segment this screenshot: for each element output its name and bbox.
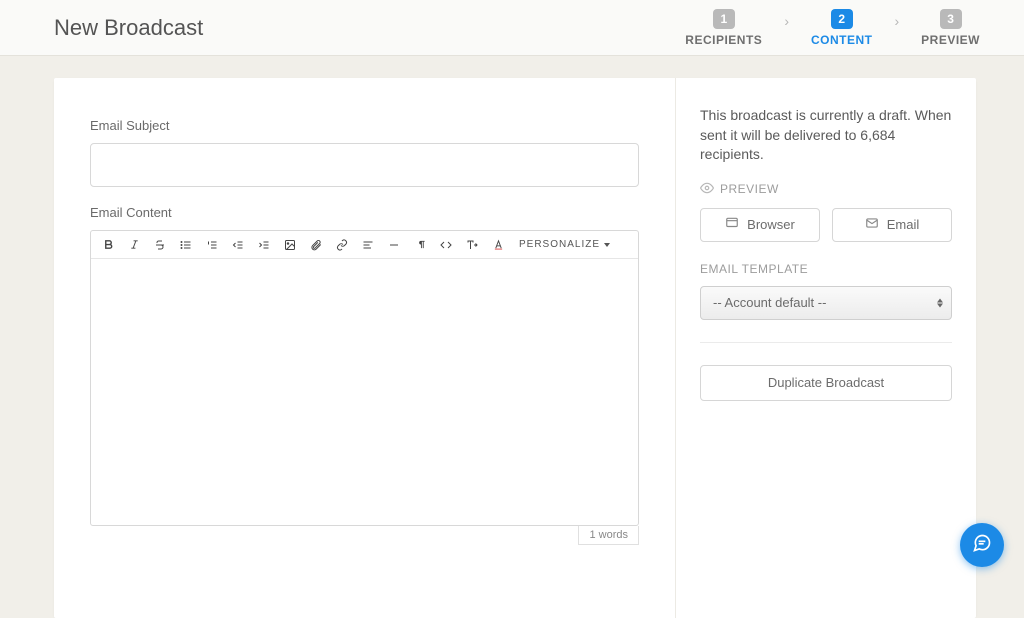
bold-icon[interactable] (95, 233, 121, 257)
chevron-right-icon: › (784, 13, 789, 29)
duplicate-broadcast-button[interactable]: Duplicate Broadcast (700, 365, 952, 401)
word-count: 1 words (578, 526, 639, 545)
email-icon (865, 216, 879, 233)
horizontal-rule-icon[interactable] (381, 233, 407, 257)
italic-icon[interactable] (121, 233, 147, 257)
personalize-dropdown[interactable]: PERSONALIZE (511, 233, 618, 257)
page-title: New Broadcast (54, 15, 203, 41)
topbar: New Broadcast 1 RECIPIENTS › 2 CONTENT ›… (0, 0, 1024, 56)
email-subject-label: Email Subject (90, 118, 639, 133)
chevron-right-icon: › (894, 13, 899, 29)
outdent-icon[interactable] (225, 233, 251, 257)
paragraph-icon[interactable] (407, 233, 433, 257)
template-heading: EMAIL TEMPLATE (700, 262, 952, 276)
code-icon[interactable] (433, 233, 459, 257)
unordered-list-icon[interactable] (173, 233, 199, 257)
preview-heading: PREVIEW (700, 181, 952, 198)
preview-email-label: Email (887, 217, 920, 232)
text-size-icon[interactable] (459, 233, 485, 257)
image-icon[interactable] (277, 233, 303, 257)
email-subject-input[interactable] (90, 143, 639, 187)
align-icon[interactable] (355, 233, 381, 257)
main-card: Email Subject Email Content (54, 78, 976, 618)
step-number: 2 (831, 9, 853, 29)
preview-browser-button[interactable]: Browser (700, 208, 820, 242)
attachment-icon[interactable] (303, 233, 329, 257)
eye-icon (700, 181, 714, 198)
step-label: RECIPIENTS (685, 33, 762, 47)
indent-icon[interactable] (251, 233, 277, 257)
right-pane: This broadcast is currently a draft. Whe… (676, 78, 976, 618)
strikethrough-icon[interactable] (147, 233, 173, 257)
draft-note: This broadcast is currently a draft. Whe… (700, 106, 952, 165)
email-content-editor[interactable] (91, 259, 638, 525)
step-label: PREVIEW (921, 33, 980, 47)
stepper: 1 RECIPIENTS › 2 CONTENT › 3 PREVIEW (685, 9, 1000, 47)
step-number: 3 (940, 9, 962, 29)
browser-icon (725, 216, 739, 233)
left-pane: Email Subject Email Content (54, 78, 676, 618)
preview-email-button[interactable]: Email (832, 208, 952, 242)
email-content-label: Email Content (90, 205, 639, 220)
personalize-label: PERSONALIZE (519, 239, 600, 250)
step-recipients[interactable]: 1 RECIPIENTS (685, 9, 762, 47)
step-preview[interactable]: 3 PREVIEW (921, 9, 980, 47)
step-content[interactable]: 2 CONTENT (811, 9, 873, 47)
step-label: CONTENT (811, 33, 873, 47)
rich-text-editor: PERSONALIZE (90, 230, 639, 526)
template-select[interactable]: -- Account default -- (700, 286, 952, 320)
preview-heading-text: PREVIEW (720, 182, 779, 196)
step-number: 1 (713, 9, 735, 29)
text-color-icon[interactable] (485, 233, 511, 257)
caret-down-icon (604, 243, 610, 247)
ordered-list-icon[interactable] (199, 233, 225, 257)
divider (700, 342, 952, 343)
template-selected-value: -- Account default -- (713, 295, 826, 310)
select-caret-icon (937, 298, 943, 307)
preview-browser-label: Browser (747, 217, 795, 232)
chat-icon (972, 533, 992, 558)
help-fab[interactable] (960, 523, 1004, 567)
link-icon[interactable] (329, 233, 355, 257)
editor-toolbar: PERSONALIZE (91, 231, 638, 259)
